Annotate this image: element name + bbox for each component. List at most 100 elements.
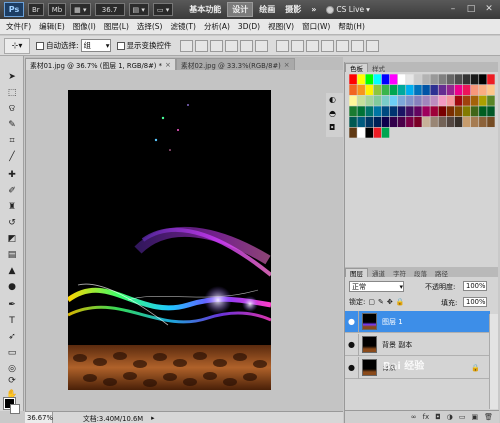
screen-mode-button[interactable]: ▭ ▾ xyxy=(152,3,174,16)
color-swatch[interactable] xyxy=(365,106,374,117)
color-swatch[interactable] xyxy=(479,84,487,96)
color-swatch[interactable] xyxy=(357,95,365,106)
color-swatch[interactable] xyxy=(397,84,406,96)
color-swatch[interactable] xyxy=(422,84,430,96)
color-swatch[interactable] xyxy=(430,106,438,117)
auto-align-icon[interactable] xyxy=(365,39,379,52)
opacity-input[interactable]: 100% xyxy=(463,281,487,291)
align-hcenter-icon[interactable] xyxy=(239,39,253,52)
color-swatch[interactable] xyxy=(349,74,357,85)
color-swatch[interactable] xyxy=(373,116,382,128)
color-swatch[interactable] xyxy=(446,84,455,96)
color-swatch[interactable] xyxy=(462,84,471,96)
menu-select[interactable]: 选择(S) xyxy=(137,21,163,32)
close-icon[interactable]: × xyxy=(165,61,171,69)
color-swatch[interactable] xyxy=(357,84,365,96)
color-panel-icon[interactable]: ◐ xyxy=(329,95,336,104)
auto-select-dropdown[interactable]: 组 ▾ xyxy=(80,39,111,52)
color-swatch[interactable] xyxy=(430,116,438,128)
lock-pixels-icon[interactable]: ✎ xyxy=(378,298,384,306)
layer-row[interactable]: ● 背景 副本 xyxy=(345,333,490,356)
color-swatch[interactable] xyxy=(373,74,382,85)
lock-position-icon[interactable]: ✥ xyxy=(387,298,393,306)
color-swatch[interactable] xyxy=(389,116,398,128)
align-top-icon[interactable] xyxy=(179,39,193,52)
adjustment-layer-icon[interactable]: ◑ xyxy=(447,413,453,421)
show-transform-checkbox[interactable] xyxy=(116,41,125,50)
eye-icon[interactable]: ● xyxy=(345,333,359,356)
move-tool-icon[interactable]: ➤ xyxy=(4,70,20,84)
clone-stamp-tool-icon[interactable]: ♜ xyxy=(4,200,20,214)
align-bottom-icon[interactable] xyxy=(209,39,223,52)
fill-input[interactable]: 100% xyxy=(463,297,487,307)
view-extras-button[interactable]: ▦ ▾ xyxy=(70,3,91,16)
menu-file[interactable]: 文件(F) xyxy=(6,21,31,32)
color-swatch[interactable] xyxy=(470,106,479,117)
workspace-design[interactable]: 设计 xyxy=(227,2,254,17)
swatch-grid[interactable] xyxy=(349,74,495,138)
color-swatch[interactable] xyxy=(454,116,463,128)
marquee-tool-icon[interactable]: ⬚ xyxy=(4,86,20,100)
menu-help[interactable]: 帮助(H) xyxy=(338,21,365,32)
color-swatch[interactable] xyxy=(430,95,438,106)
color-swatch[interactable] xyxy=(414,106,422,117)
color-swatch[interactable] xyxy=(389,95,398,106)
eye-icon[interactable]: ● xyxy=(345,310,359,333)
color-swatch[interactable] xyxy=(422,106,430,117)
cs-live-button[interactable]: CS Live ▾ xyxy=(326,5,370,14)
shape-tool-icon[interactable]: ▭ xyxy=(4,346,20,360)
gradient-tool-icon[interactable]: ▤ xyxy=(4,248,20,262)
color-swatch[interactable] xyxy=(479,95,487,106)
distribute-top-icon[interactable] xyxy=(275,39,289,52)
tab-document-1[interactable]: 素材01.jpg @ 36.7% (图层 1, RGB/8#) * × xyxy=(25,58,176,70)
color-swatch[interactable] xyxy=(414,95,422,106)
color-swatch[interactable] xyxy=(454,84,463,96)
color-swatch[interactable] xyxy=(422,74,430,85)
color-swatch[interactable] xyxy=(381,106,390,117)
tool-preset-picker[interactable]: ⊹ ▾ xyxy=(4,37,30,54)
color-swatch[interactable] xyxy=(389,106,398,117)
color-swatch[interactable] xyxy=(454,95,463,106)
color-swatch[interactable] xyxy=(470,95,479,106)
distribute-hcenter-icon[interactable] xyxy=(335,39,349,52)
color-swatch[interactable] xyxy=(357,127,365,138)
status-zoom-field[interactable]: 36.67% xyxy=(25,412,53,423)
color-swatch[interactable] xyxy=(349,84,357,96)
color-swatch[interactable] xyxy=(373,95,382,106)
color-swatch[interactable] xyxy=(349,106,357,117)
color-swatch[interactable] xyxy=(349,116,357,128)
color-swatch[interactable] xyxy=(406,106,414,117)
menu-edit[interactable]: 编辑(E) xyxy=(39,21,65,32)
tab-paths[interactable]: 路径 xyxy=(431,268,452,278)
color-swatch[interactable] xyxy=(357,116,365,128)
maximize-button[interactable]: □ xyxy=(464,2,478,15)
color-swatch[interactable] xyxy=(438,116,447,128)
color-swatch[interactable] xyxy=(479,116,487,128)
close-button[interactable]: ✕ xyxy=(482,2,496,15)
distribute-vcenter-icon[interactable] xyxy=(290,39,304,52)
eye-icon[interactable]: ● xyxy=(345,356,359,379)
blend-mode-dropdown[interactable]: 正常 ▾ xyxy=(349,281,404,292)
color-swatch[interactable] xyxy=(462,106,471,117)
3d-orbit-tool-icon[interactable]: ⟳ xyxy=(4,374,20,388)
adjustments-panel-icon[interactable]: ◓ xyxy=(329,109,336,118)
color-swatch[interactable] xyxy=(381,116,390,128)
layers-scrollbar[interactable] xyxy=(489,314,498,409)
auto-select-checkbox[interactable] xyxy=(36,41,44,50)
color-swatch[interactable] xyxy=(381,95,390,106)
healing-brush-tool-icon[interactable]: ✚ xyxy=(4,168,20,182)
menu-view[interactable]: 视图(V) xyxy=(268,21,294,32)
color-swatch[interactable] xyxy=(438,106,447,117)
show-transform-option[interactable]: 显示变换控件 xyxy=(116,40,172,51)
color-swatch[interactable] xyxy=(414,74,422,85)
color-swatch[interactable] xyxy=(446,74,455,85)
color-swatch[interactable] xyxy=(470,116,479,128)
color-swatch[interactable] xyxy=(422,95,430,106)
color-swatch[interactable] xyxy=(446,95,455,106)
color-swatch[interactable] xyxy=(430,84,438,96)
color-swatch[interactable] xyxy=(365,84,374,96)
workspace-painting[interactable]: 绘画 xyxy=(255,2,279,17)
color-swatch[interactable] xyxy=(422,116,430,128)
menu-filter[interactable]: 滤镜(T) xyxy=(171,21,196,32)
more-workspaces-button[interactable]: » xyxy=(307,2,320,17)
